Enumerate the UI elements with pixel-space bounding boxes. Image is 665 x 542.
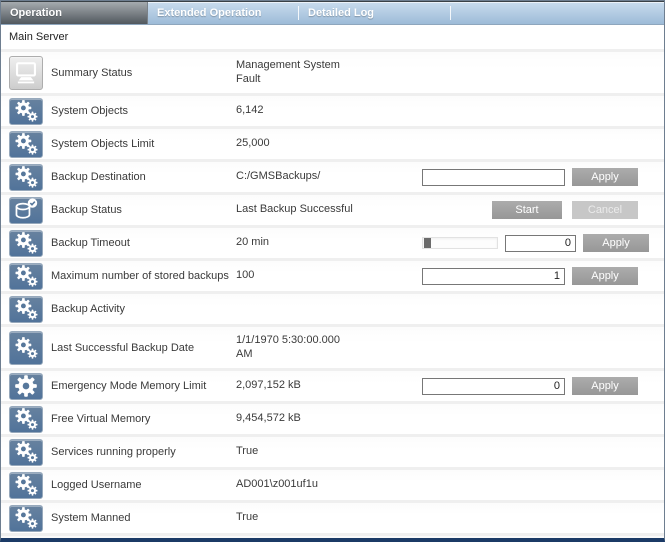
row-label: Emergency Mode Memory Limit — [51, 380, 236, 392]
backup-timeout-input[interactable] — [505, 235, 576, 252]
row-label: Summary Status — [51, 67, 236, 79]
row-system-manned: System Manned True — [1, 500, 664, 533]
gears-icon[interactable] — [9, 164, 43, 191]
row-label: Logged Username — [51, 479, 236, 491]
row-backup-status: Backup Status Last Backup Successful Sta… — [1, 192, 664, 225]
computer-monitor-icon[interactable] — [9, 56, 43, 90]
tab-separator — [450, 6, 451, 20]
row-label: Services running properly — [51, 446, 236, 458]
row-value: True — [236, 445, 422, 459]
gears-icon[interactable] — [9, 439, 43, 466]
cancel-button[interactable]: Cancel — [572, 201, 638, 219]
tab-bar: Operation Extended Operation Detailed Lo… — [1, 1, 664, 25]
row-free-virtual-memory: Free Virtual Memory 9,454,572 kB — [1, 401, 664, 434]
apply-button[interactable]: Apply — [583, 234, 649, 252]
server-name-bar: Main Server — [1, 25, 664, 49]
tab-detailed-log[interactable]: Detailed Log — [299, 2, 450, 24]
gears-icon[interactable] — [9, 131, 43, 158]
apply-button[interactable]: Apply — [572, 168, 638, 186]
row-backup-destination: Backup Destination C:/GMSBackups/ Apply — [1, 159, 664, 192]
gears-icon[interactable] — [9, 505, 43, 532]
row-value: 100 — [236, 269, 422, 283]
row-label: System Objects — [51, 105, 236, 117]
row-value: 20 min — [236, 236, 422, 250]
row-services-running-properly: Services running properly True — [1, 434, 664, 467]
row-value: C:/GMSBackups/ — [236, 170, 422, 184]
gears-icon[interactable] — [9, 98, 43, 125]
row-logged-username: Logged Username AD001\z001uf1u — [1, 467, 664, 500]
row-value: 6,142 — [236, 104, 422, 118]
row-label: Maximum number of stored backups — [51, 270, 236, 282]
gears-icon[interactable] — [9, 296, 43, 323]
main-server-panel: Operation Extended Operation Detailed Lo… — [0, 0, 665, 542]
apply-button[interactable]: Apply — [572, 267, 638, 285]
row-value: 2,097,152 kB — [236, 379, 422, 393]
gears-icon[interactable] — [9, 263, 43, 290]
row-summary-status: Summary Status Management System Fault — [1, 49, 664, 93]
server-name-label: Main Server — [9, 31, 68, 43]
max-stored-backups-input[interactable] — [422, 268, 565, 285]
gears-icon[interactable] — [9, 230, 43, 257]
single-gear-icon[interactable] — [9, 373, 43, 400]
row-value: Management System Fault — [236, 59, 422, 87]
gears-icon[interactable] — [9, 472, 43, 499]
tab-operation[interactable]: Operation — [1, 2, 148, 24]
database-check-icon[interactable] — [9, 197, 43, 224]
emergency-memory-limit-input[interactable] — [422, 378, 565, 395]
tab-extended-operation-label: Extended Operation — [157, 7, 262, 19]
row-label: Last Successful Backup Date — [51, 342, 236, 354]
panel-footer — [1, 533, 664, 538]
row-max-stored-backups: Maximum number of stored backups 100 App… — [1, 258, 664, 291]
property-list: Summary Status Management System Fault S… — [1, 49, 664, 538]
row-value: AD001\z001uf1u — [236, 478, 422, 492]
row-backup-timeout: Backup Timeout 20 min Apply — [1, 225, 664, 258]
tab-detailed-log-label: Detailed Log — [308, 7, 374, 19]
row-value: True — [236, 511, 422, 525]
row-label: Free Virtual Memory — [51, 413, 236, 425]
row-label: Backup Status — [51, 204, 236, 216]
tab-operation-label: Operation — [10, 7, 62, 19]
row-label: Backup Destination — [51, 171, 236, 183]
row-label: System Objects Limit — [51, 138, 236, 150]
row-system-objects: System Objects 6,142 — [1, 93, 664, 126]
start-button[interactable]: Start — [492, 201, 562, 219]
tab-extended-operation[interactable]: Extended Operation — [148, 2, 298, 24]
row-value: 9,454,572 kB — [236, 412, 422, 426]
row-backup-activity: Backup Activity — [1, 291, 664, 324]
slider-handle[interactable] — [424, 238, 431, 248]
row-label: Backup Timeout — [51, 237, 236, 249]
backup-destination-input[interactable] — [422, 169, 565, 186]
backup-timeout-slider[interactable] — [422, 237, 498, 249]
apply-button[interactable]: Apply — [572, 377, 638, 395]
gears-icon[interactable] — [9, 406, 43, 433]
gears-icon[interactable] — [9, 331, 43, 365]
row-label: Backup Activity — [51, 303, 236, 315]
row-last-successful-backup-date: Last Successful Backup Date 1/1/1970 5:3… — [1, 324, 664, 368]
row-system-objects-limit: System Objects Limit 25,000 — [1, 126, 664, 159]
row-value: Last Backup Successful — [236, 203, 422, 217]
row-emergency-mode-memory-limit: Emergency Mode Memory Limit 2,097,152 kB… — [1, 368, 664, 401]
row-value: 1/1/1970 5:30:00.000 AM — [236, 334, 422, 362]
row-label: System Manned — [51, 512, 236, 524]
row-value: 25,000 — [236, 137, 422, 151]
